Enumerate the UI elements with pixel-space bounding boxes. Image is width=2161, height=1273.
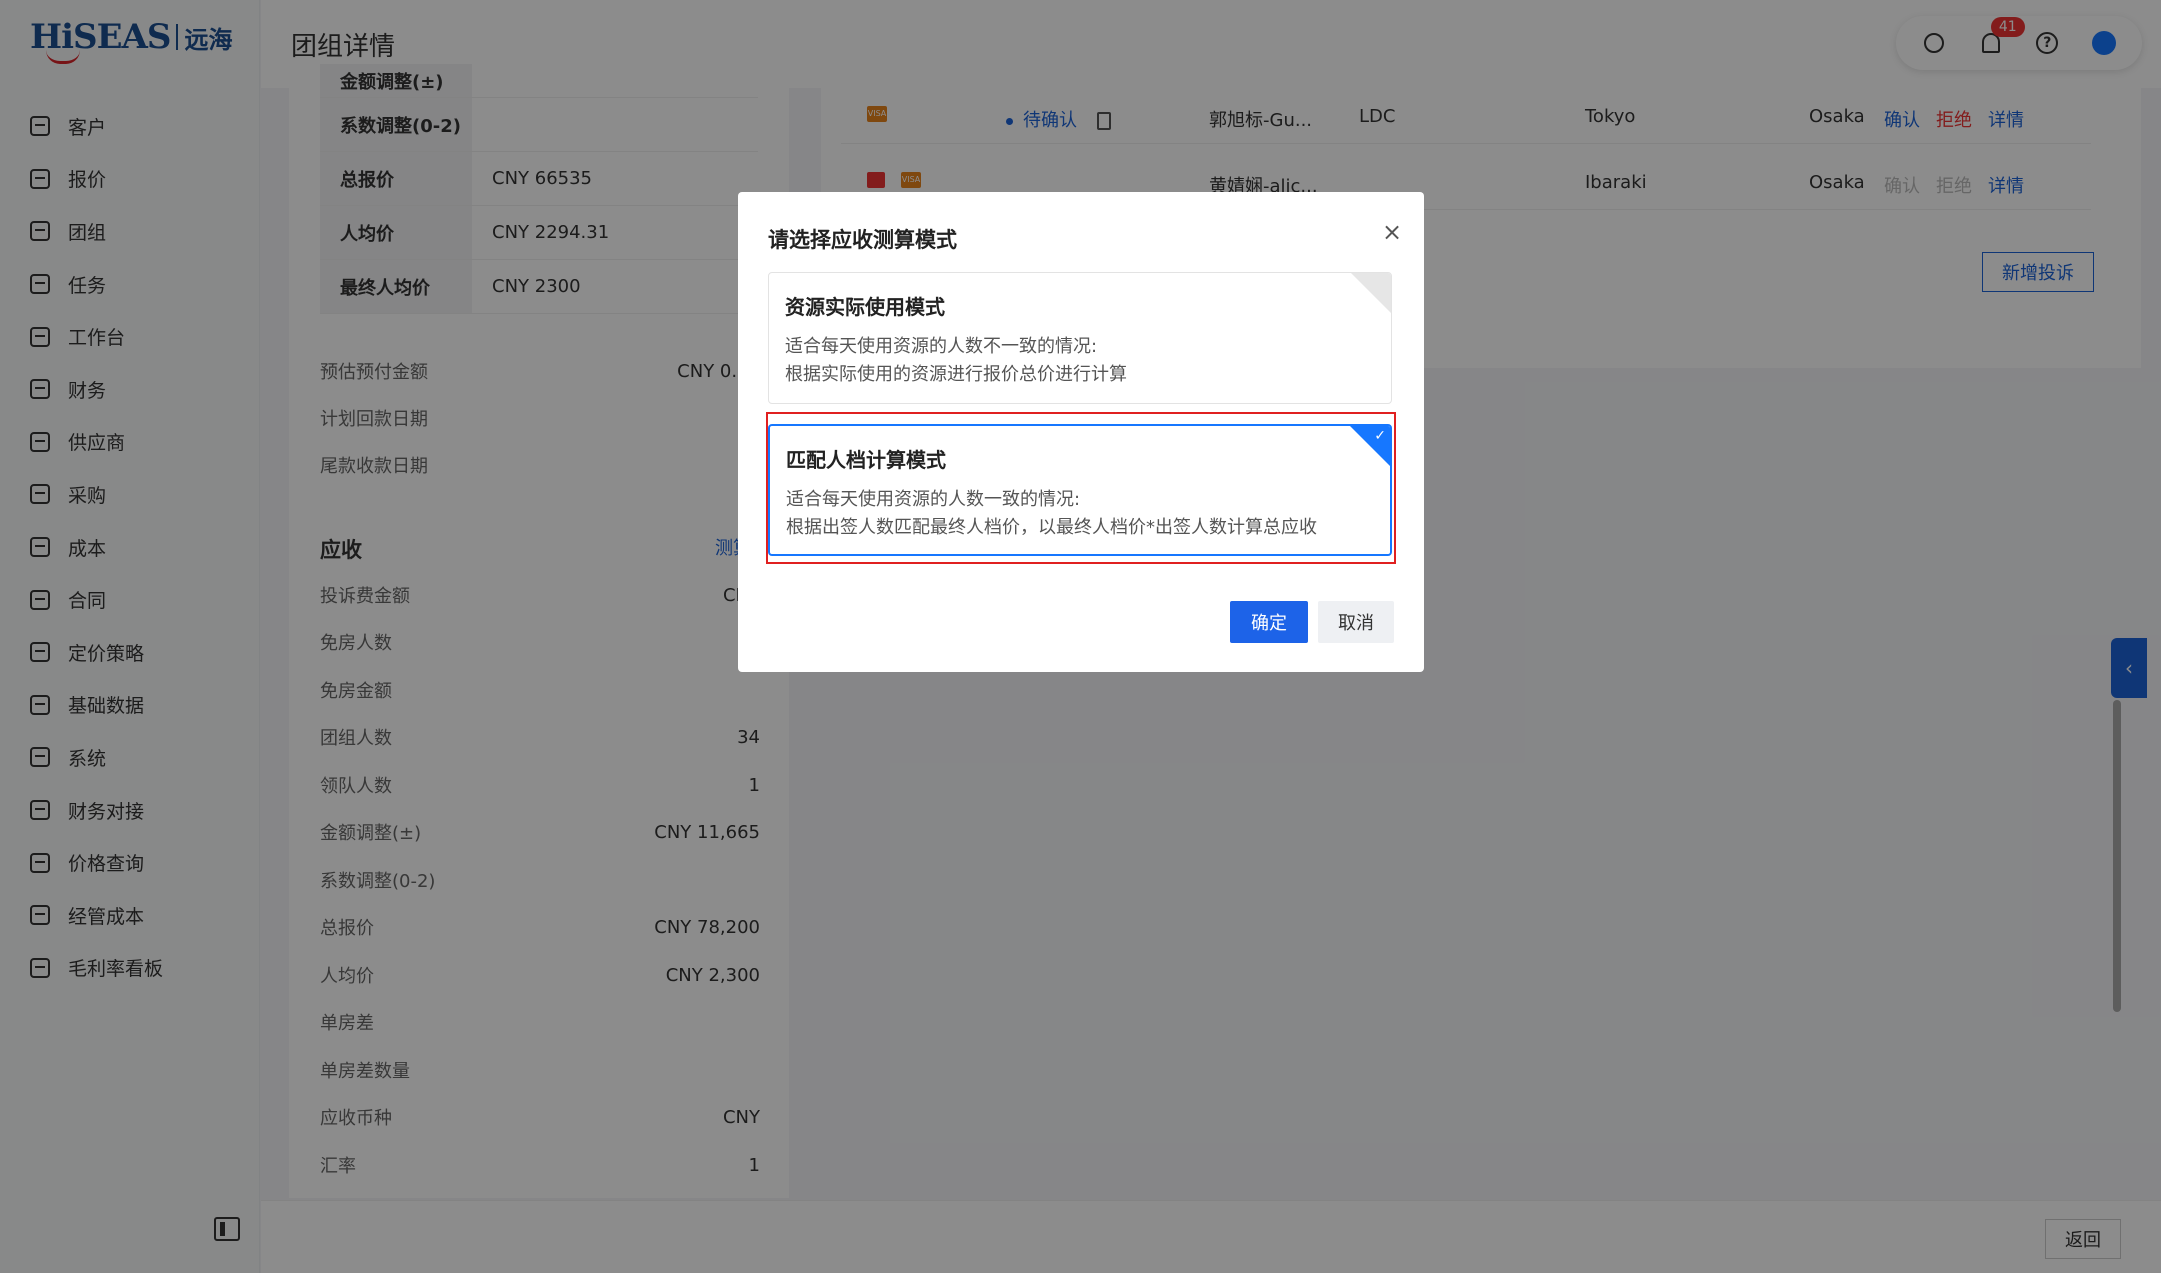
cancel-button[interactable]: 取消 xyxy=(1318,601,1394,643)
option-desc-line: 根据实际使用的资源进行报价总价进行计算 xyxy=(785,364,1127,385)
option-actual-usage[interactable]: 资源实际使用模式 适合每天使用资源的人数不一致的情况: 根据实际使用的资源进行报… xyxy=(768,272,1392,404)
calc-mode-modal: 请选择应收测算模式 × 资源实际使用模式 适合每天使用资源的人数不一致的情况: … xyxy=(738,192,1424,672)
option-corner xyxy=(1351,273,1391,313)
option-description: 适合每天使用资源的人数不一致的情况: 根据实际使用的资源进行报价总价进行计算 xyxy=(785,333,1127,389)
modal-title: 请选择应收测算模式 xyxy=(768,228,957,252)
option-title: 资源实际使用模式 xyxy=(785,295,945,319)
close-icon[interactable]: × xyxy=(1382,220,1402,244)
confirm-button[interactable]: 确定 xyxy=(1230,601,1308,643)
highlight-annotation xyxy=(766,412,1396,564)
option-desc-line: 适合每天使用资源的人数不一致的情况: xyxy=(785,336,1098,357)
